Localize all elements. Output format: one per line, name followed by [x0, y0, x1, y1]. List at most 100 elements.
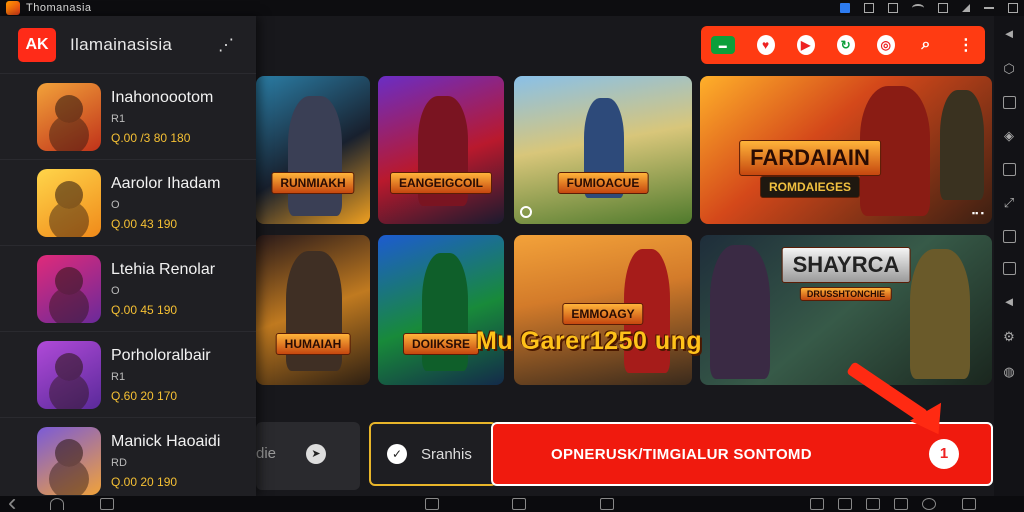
- tile-sublabel: ROMDAIEGES: [759, 176, 861, 198]
- side-rail: ◄ ⬡ ◈ ⤢ ◄ ⚙ ◍: [994, 16, 1024, 496]
- game-sub: O: [111, 198, 120, 211]
- game-meta: Q.00 43 190: [111, 216, 178, 231]
- minimize-icon[interactable]: [984, 7, 994, 9]
- gamepad-icon[interactable]: [838, 498, 852, 510]
- settings-icon[interactable]: ⚙: [1001, 329, 1017, 345]
- notification-icon: [840, 3, 850, 13]
- tile-label: SHAYRCA: [781, 247, 911, 283]
- game-info: Ltehia Renolar O Q.00 45 190: [111, 261, 215, 317]
- location-icon[interactable]: [922, 498, 936, 510]
- check-icon: ✓: [387, 444, 407, 464]
- screenshot-icon[interactable]: [894, 498, 908, 510]
- recent-icon[interactable]: [600, 498, 614, 510]
- tile-character: [940, 90, 984, 200]
- refresh-icon[interactable]: ↻: [836, 35, 855, 55]
- back-icon[interactable]: [8, 498, 20, 510]
- list-item[interactable]: Ltehia Renolar O Q.00 45 190: [0, 246, 256, 332]
- layout-icon[interactable]: [1002, 163, 1016, 176]
- cube-icon[interactable]: ◈: [1001, 128, 1017, 144]
- list-item[interactable]: Manick Haoaidi RD Q.00 20 190: [0, 418, 256, 504]
- game-tile-8[interactable]: SHAYRCA DRUSSHTONCHIE: [700, 235, 992, 385]
- more-icon[interactable]: ⋮: [957, 35, 975, 55]
- list-item[interactable]: Porholoralbair R1 Q.60 20 170: [0, 332, 256, 418]
- undo-icon[interactable]: [50, 498, 64, 510]
- game-thumbnail: [37, 168, 101, 237]
- game-thumbnail: [37, 254, 101, 323]
- brand-logo: AK: [18, 27, 56, 62]
- app-icon: [6, 1, 20, 15]
- grid-icon[interactable]: [962, 498, 976, 510]
- hexagon-icon[interactable]: ⬡: [1001, 61, 1017, 77]
- expand-icon[interactable]: ⤢: [1001, 195, 1017, 211]
- tile-sublabel: DRUSSHTONCHIE: [799, 287, 893, 301]
- game-title: Inahonoootom: [111, 88, 214, 106]
- game-sub: R1: [111, 370, 126, 383]
- tile-badge-icon: [520, 206, 532, 218]
- tile-corner-text: ▪▪ ▪: [971, 208, 984, 218]
- help-icon[interactable]: ◍: [1001, 364, 1017, 380]
- game-tile-1[interactable]: RUNMIAKH: [256, 76, 370, 224]
- overlay-caption: Mu Garer1250 ung: [476, 327, 703, 355]
- panel-icon[interactable]: [1002, 262, 1016, 275]
- arrow-icon[interactable]: ◄: [1001, 294, 1017, 310]
- tile-label: HUMAIAH: [275, 333, 351, 355]
- game-info: Porholoralbair R1 Q.60 20 170: [111, 347, 211, 403]
- mini-text: die: [256, 445, 277, 462]
- screen-icon: [888, 3, 898, 13]
- signal-icon: [962, 4, 970, 12]
- list-item[interactable]: Inahonoootom R1 Q.00 /3 80 180: [0, 74, 256, 160]
- top-toolbar: ▬ ♥ ▶ ↻ ◎ ⌕ ⋮: [701, 26, 985, 64]
- game-thumbnail: [37, 340, 101, 409]
- brand-name: Ilamainasisia: [70, 34, 173, 54]
- search-icon[interactable]: ⌕: [917, 35, 935, 55]
- game-sub: R1: [111, 112, 126, 125]
- status-bar: Thomanasia: [0, 0, 1024, 16]
- compass-icon[interactable]: ➤: [306, 444, 326, 464]
- search-text: Sranhis: [421, 445, 472, 463]
- badge-icon[interactable]: ▬: [711, 36, 735, 54]
- game-info: Manick Haoaidi RD Q.00 20 190: [111, 433, 220, 489]
- game-title: Manick Haoaidi: [111, 433, 221, 450]
- window-icon[interactable]: [1002, 230, 1016, 243]
- game-title: Aarolor Ihadam: [111, 174, 221, 192]
- close-icon[interactable]: [866, 498, 880, 510]
- game-tile-5[interactable]: HUMAIAH: [256, 235, 370, 385]
- cta-label: OPNERUSK/TIMGIALUR SONTOMD: [551, 445, 812, 463]
- tile-label: FARDAIAIN: [739, 140, 881, 176]
- game-info: Inahonoootom R1 Q.00 /3 80 180: [111, 89, 213, 145]
- nav-bar: [0, 496, 1024, 512]
- search-bar[interactable]: ✓ Sranhis: [369, 422, 497, 486]
- game-meta: Q.00 20 190: [111, 475, 178, 489]
- mini-card[interactable]: die ➤: [256, 422, 360, 490]
- game-info: Aarolor Ihadam O Q.00 43 190: [111, 175, 220, 231]
- game-thumbnail: [37, 82, 101, 151]
- game-tile-3[interactable]: FUMIOACUE: [514, 76, 692, 224]
- battery-icon: [938, 3, 948, 13]
- game-thumbnail: [37, 427, 101, 495]
- side-drawer: AK Ilamainasisia ⋰ Inahonoootom R1 Q.00 …: [0, 16, 256, 496]
- list-item[interactable]: Aarolor Ihadam O Q.00 43 190: [0, 160, 256, 246]
- window-icon: [864, 3, 874, 13]
- game-tile-7[interactable]: EMMOAGY: [514, 235, 692, 385]
- heart-icon[interactable]: ♥: [756, 35, 775, 55]
- status-icons: [840, 3, 1018, 13]
- square-icon[interactable]: [1002, 96, 1016, 109]
- tile-label: FUMIOACUE: [557, 172, 649, 194]
- share-icon[interactable]: ⋰: [218, 35, 234, 55]
- game-meta: Q.00 45 190: [111, 302, 178, 317]
- game-tile-4[interactable]: FARDAIAIN ROMDAIEGES ▪▪ ▪: [700, 76, 992, 224]
- collapse-icon[interactable]: ◄: [1001, 26, 1017, 42]
- tile-label: DOIIKSRE: [402, 333, 480, 355]
- wifi-icon: [912, 4, 924, 12]
- game-tile-2[interactable]: EANGEIGCOIL: [378, 76, 504, 224]
- status-title: Thomanasia: [26, 2, 92, 14]
- game-meta: Q.60 20 170: [111, 388, 178, 403]
- home-icon[interactable]: [425, 498, 439, 510]
- tab-icon[interactable]: [100, 498, 114, 510]
- play-icon[interactable]: ▶: [796, 35, 815, 55]
- maximize-icon[interactable]: [1008, 3, 1018, 13]
- target-icon[interactable]: ◎: [876, 35, 895, 55]
- house-icon[interactable]: [512, 498, 526, 510]
- game-tile-6[interactable]: DOIIKSRE: [378, 235, 504, 385]
- keyboard-icon[interactable]: [810, 498, 824, 510]
